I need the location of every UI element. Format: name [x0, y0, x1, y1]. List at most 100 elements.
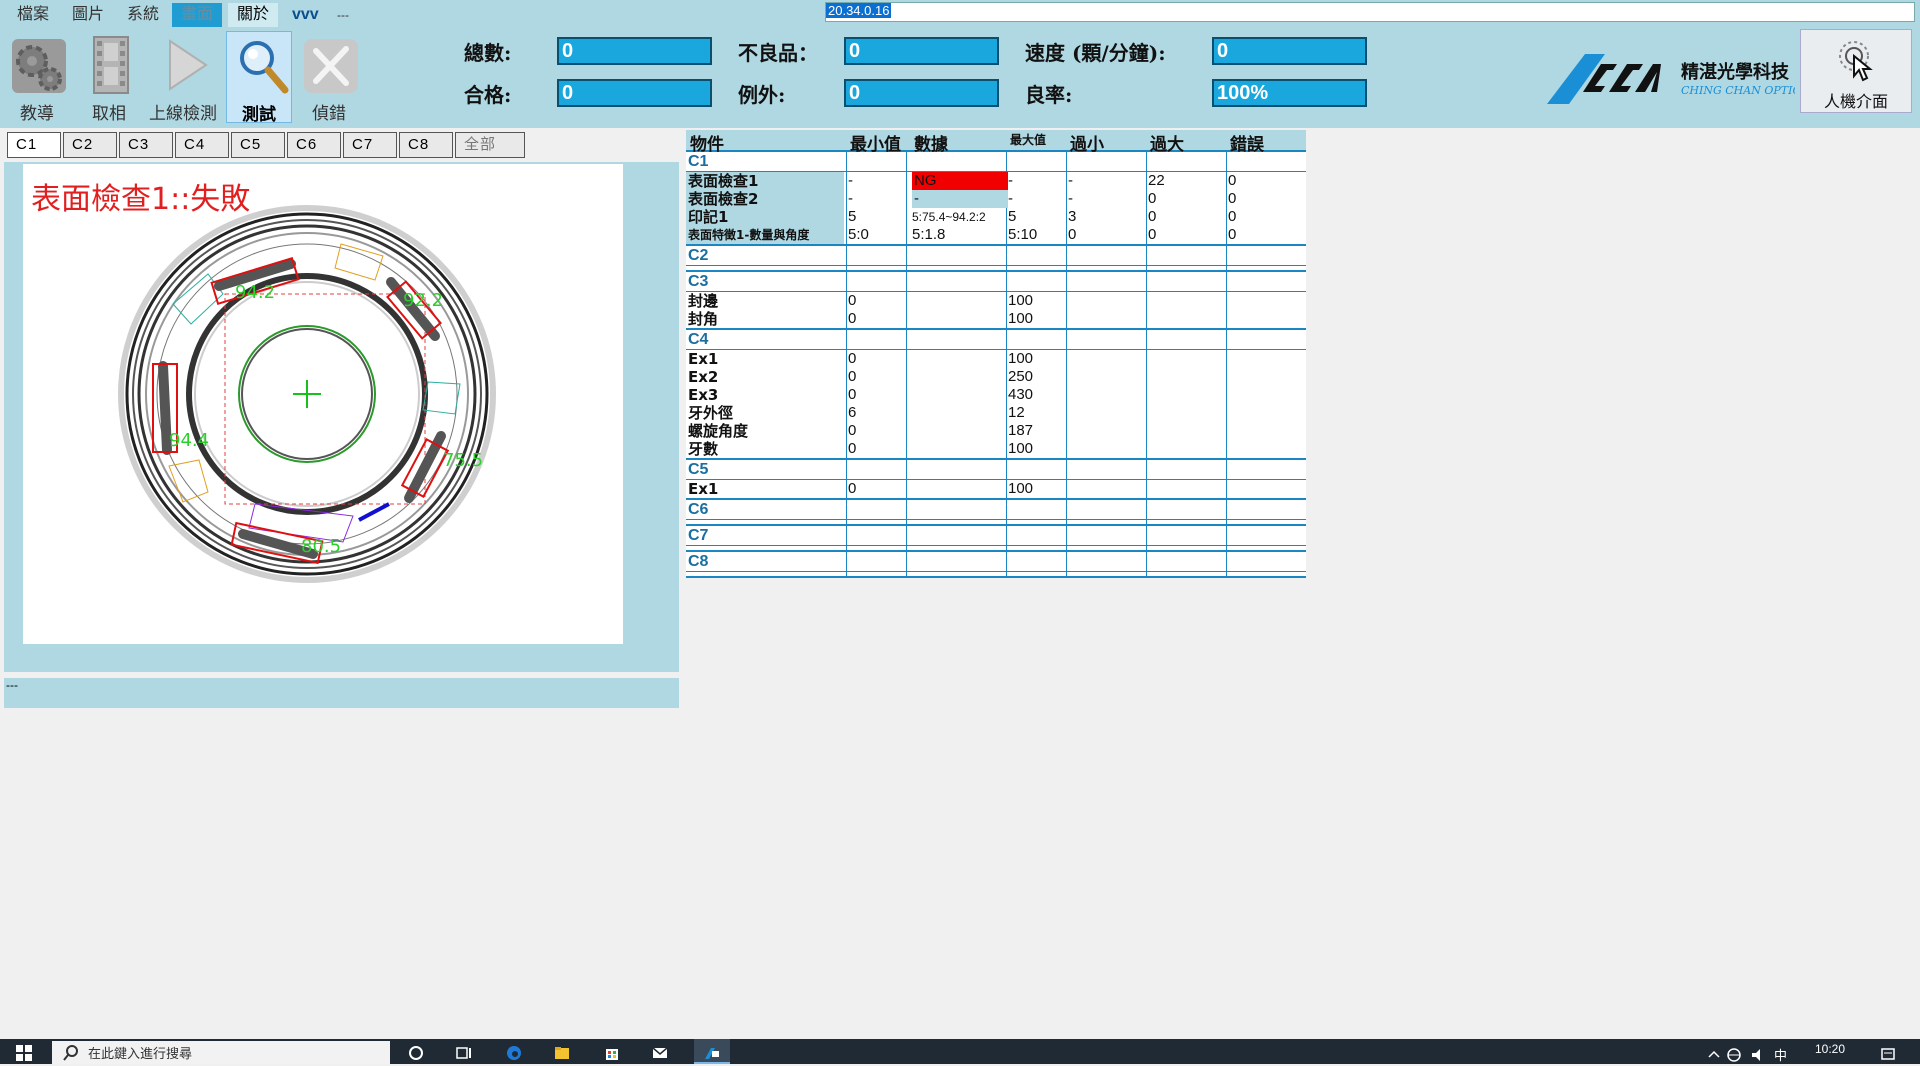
active-app-tab[interactable] — [694, 1039, 730, 1064]
hmi-button[interactable]: 人機介面 — [1800, 29, 1912, 113]
capture-button[interactable]: 取相 — [76, 31, 142, 123]
online-inspect-button[interactable]: 上線檢測 — [149, 31, 217, 123]
cell-min: - — [848, 172, 853, 189]
cell-max: 187 — [1008, 422, 1034, 439]
cell-data — [912, 386, 1008, 404]
tab-c8[interactable]: C8 — [399, 132, 453, 158]
table-row[interactable]: Ex1 0 100 — [686, 480, 1306, 498]
table-row[interactable]: Ex2 0 250 — [686, 368, 1306, 386]
cell-min: 5 — [848, 208, 857, 225]
tab-all[interactable]: 全部 — [455, 132, 525, 158]
clock[interactable]: 10:20 — [1815, 1042, 1845, 1056]
speed-value: 0 — [1212, 37, 1367, 65]
group-title[interactable]: C2 — [686, 246, 1306, 266]
folder-icon[interactable] — [554, 1045, 570, 1061]
group-title[interactable]: C7 — [686, 526, 1306, 546]
task-view-icon[interactable] — [456, 1045, 472, 1061]
cell-data — [912, 310, 1008, 328]
inspection-image[interactable]: 表面檢查1::失敗 94.2 92.2 94.4 75.5 80.5 — [23, 164, 623, 644]
column-divider — [1226, 500, 1227, 524]
cell-data — [912, 292, 1008, 310]
cell-error: 0 — [1228, 172, 1237, 189]
cell-max: 430 — [1008, 386, 1034, 403]
menu-about[interactable]: 關於 — [228, 3, 279, 27]
cell-error: 0 — [1228, 226, 1237, 243]
table-row[interactable]: 印記1 5 5:75.4~94.2:2 5 3 0 0 — [686, 208, 1306, 226]
cortana-icon[interactable] — [408, 1045, 424, 1061]
logo-sub: CHING CHAN OPTICAL — [1681, 84, 1795, 97]
tab-c5[interactable]: C5 — [231, 132, 285, 158]
store-icon[interactable] — [604, 1045, 620, 1061]
column-divider — [1226, 552, 1227, 576]
teach-button[interactable]: 教導 — [4, 31, 70, 123]
menu-image[interactable]: 圖片 — [63, 3, 113, 27]
cell-max: 100 — [1008, 292, 1034, 309]
tab-c7[interactable]: C7 — [343, 132, 397, 158]
column-divider — [846, 500, 847, 524]
cell-over: 22 — [1148, 172, 1165, 189]
ime-indicator[interactable]: 中 — [1774, 1045, 1787, 1064]
menu-file[interactable]: 檔案 — [8, 3, 58, 27]
tab-c3[interactable]: C3 — [119, 132, 173, 158]
table-row[interactable]: 螺旋角度 0 187 — [686, 422, 1306, 440]
tools-icon — [304, 39, 358, 93]
table-row[interactable]: 牙外徑 6 12 — [686, 404, 1306, 422]
table-row[interactable]: 表面特徵1-數量與角度 5:0 5:1.8 5:10 0 0 0 — [686, 226, 1306, 244]
taskbar-search[interactable]: 在此鍵入進行搜尋 — [52, 1041, 390, 1064]
table-row[interactable]: 表面檢查1- NG - -22 0 — [686, 172, 1306, 190]
cell-over: 0 — [1148, 208, 1157, 225]
group-title[interactable]: C3 — [686, 272, 1306, 292]
test-button[interactable]: 測試 — [226, 31, 292, 124]
cell-data: 5:75.4~94.2:2 — [912, 210, 986, 224]
menu-vvv[interactable]: vvv — [283, 3, 328, 27]
row-name: 表面檢查2 — [688, 190, 759, 208]
windows-start-icon[interactable] — [16, 1045, 32, 1061]
cell-min: 0 — [848, 368, 857, 385]
table-row[interactable]: 封角 0 100 — [686, 310, 1306, 328]
row-name: 封角 — [688, 310, 719, 328]
search-placeholder: 在此鍵入進行搜尋 — [88, 1046, 193, 1061]
tab-c1[interactable]: C1 — [7, 132, 61, 158]
edge-icon[interactable] — [506, 1045, 522, 1061]
cell-min: - — [848, 190, 853, 207]
menu-dashes[interactable]: --- — [328, 3, 358, 27]
network-icon[interactable] — [1726, 1047, 1742, 1063]
tab-c4[interactable]: C4 — [175, 132, 229, 158]
version-field[interactable]: 20.34.0.16 — [825, 2, 1915, 22]
notification-icon[interactable] — [1880, 1047, 1896, 1063]
debug-button[interactable]: 偵錯 — [296, 31, 362, 123]
menu-system[interactable]: 系統 — [118, 3, 168, 27]
cell-max: 5 — [1008, 208, 1017, 225]
table-row[interactable]: Ex1 0 100 — [686, 350, 1306, 368]
cell-max: 12 — [1008, 404, 1025, 421]
table-row[interactable]: Ex3 0 430 — [686, 386, 1306, 404]
menu-view[interactable]: 畫面 — [172, 3, 223, 27]
cell-min: 0 — [848, 480, 857, 497]
group-title[interactable]: C8 — [686, 552, 1306, 572]
group-title[interactable]: C6 — [686, 500, 1306, 520]
yield-value: 100% — [1212, 79, 1367, 107]
row-name: 螺旋角度 — [688, 422, 749, 440]
online-inspect-label: 上線檢測 — [149, 104, 217, 123]
table-row[interactable]: 表面檢查2- - - -0 0 — [686, 190, 1306, 208]
mail-icon[interactable] — [652, 1045, 668, 1061]
cell-min: 0 — [848, 292, 857, 309]
table-row[interactable]: 封邊 0 100 — [686, 292, 1306, 310]
column-divider — [1006, 500, 1007, 524]
cell-data — [912, 368, 1008, 386]
tab-c2[interactable]: C2 — [63, 132, 117, 158]
chevron-up-icon[interactable] — [1706, 1047, 1722, 1063]
column-divider — [1006, 552, 1007, 576]
group-title[interactable]: C5 — [686, 460, 1306, 480]
gears-icon — [12, 39, 66, 93]
cell-min: 0 — [848, 350, 857, 367]
volume-icon[interactable] — [1750, 1047, 1766, 1063]
column-divider — [1066, 500, 1067, 524]
tab-c6[interactable]: C6 — [287, 132, 341, 158]
column-divider — [846, 552, 847, 576]
table-row[interactable]: 牙數 0 100 — [686, 440, 1306, 458]
taskbar: 在此鍵入進行搜尋 中 10:20 — [0, 1039, 1920, 1064]
group-title[interactable]: C1 — [686, 152, 1306, 172]
logo-icon: 精湛光學科技 CHING CHAN OPTICAL — [1547, 54, 1816, 104]
group-title[interactable]: C4 — [686, 330, 1306, 350]
